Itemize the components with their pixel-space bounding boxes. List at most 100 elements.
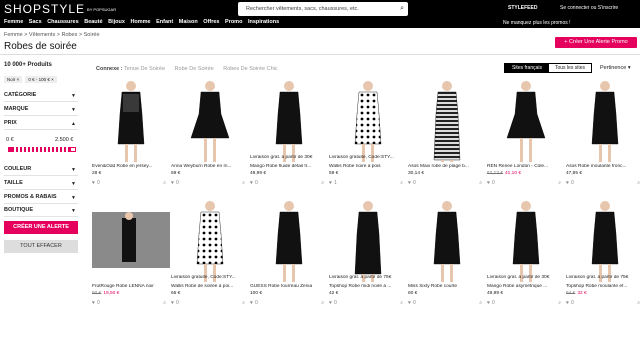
- nav-item-beaute[interactable]: Beauté: [84, 19, 102, 25]
- zoom-icon[interactable]: ⌕: [163, 300, 166, 306]
- product-image[interactable]: [171, 80, 249, 162]
- heart-icon[interactable]: ♥: [329, 300, 332, 306]
- zoom-icon[interactable]: ⌕: [242, 180, 245, 186]
- product-image[interactable]: [92, 200, 170, 282]
- facet-store[interactable]: BOUTIQUE ▼: [4, 207, 78, 217]
- product-name[interactable]: Even&Odd Robe en jersey...: [92, 164, 170, 169]
- nav-item-homme[interactable]: Homme: [130, 19, 150, 25]
- sort-dropdown[interactable]: Pertinence ▾: [600, 65, 631, 71]
- logo[interactable]: SHOPSTYLE BY POPSUGAR: [4, 2, 116, 16]
- product-name[interactable]: Asos Maxi robe de plage b...: [408, 164, 486, 169]
- product-card[interactable]: FrutRouge Robe LENNA noir 60 €19,50 € ♥ 0 ⌕: [92, 200, 170, 320]
- product-card[interactable]: Livraison grat. à partir de 30€ Mango Rob…: [487, 200, 565, 320]
- zoom-icon[interactable]: ⌕: [479, 300, 482, 306]
- related-link[interactable]: Tenue De Soirée: [124, 66, 165, 72]
- nav-item-chaussures[interactable]: Chaussures: [47, 19, 79, 25]
- related-link[interactable]: Robe De Soirée: [175, 66, 214, 72]
- product-card[interactable]: Livraison grat. à partir de 75€ Topshop R…: [566, 200, 640, 320]
- heart-icon[interactable]: ♥: [408, 300, 411, 306]
- nav-item-maison[interactable]: Maison: [179, 19, 198, 25]
- slider-handle-max[interactable]: [70, 147, 76, 152]
- nav-item-inspirations[interactable]: Inspirations: [248, 19, 279, 25]
- filter-chip-price[interactable]: 0 € - 100 € ×: [25, 76, 57, 83]
- product-card[interactable]: Livraison gratuite, Code:STY... Wallis Ro…: [171, 200, 249, 320]
- connect-link[interactable]: Se connecter ou S'inscrire: [560, 5, 618, 11]
- heart-icon[interactable]: ♥: [566, 180, 569, 186]
- zoom-icon[interactable]: ⌕: [321, 180, 324, 186]
- facet-color[interactable]: COULEUR ▼: [4, 166, 78, 176]
- create-promo-alert-button[interactable]: + Créer Une Alerte Promo: [555, 37, 637, 48]
- product-card[interactable]: Livraison gratuite, Code:STY... Wallis Ro…: [329, 80, 407, 200]
- search-input[interactable]: Rechercher vêtements, sacs, chaussures, …: [238, 2, 408, 16]
- product-image[interactable]: [408, 200, 486, 282]
- product-image[interactable]: [329, 80, 407, 162]
- product-name[interactable]: GUESS Robe fourreau Zenia: [250, 284, 328, 289]
- product-image[interactable]: [92, 80, 170, 162]
- facet-category[interactable]: CATÉGORIE ▼: [4, 92, 78, 102]
- heart-icon[interactable]: ♥: [171, 180, 174, 186]
- zoom-icon[interactable]: ⌕: [321, 300, 324, 306]
- product-name[interactable]: Topshop Robe midi noire à ...: [329, 284, 407, 289]
- nav-item-femme[interactable]: Femme: [4, 19, 23, 25]
- product-name[interactable]: FrutRouge Robe LENNA noir: [92, 284, 170, 289]
- price-slider[interactable]: [8, 147, 76, 152]
- nav-item-bijoux[interactable]: Bijoux: [108, 19, 125, 25]
- product-image[interactable]: [171, 200, 249, 282]
- stylefeed-link[interactable]: STYLEFEED: [508, 5, 537, 11]
- facet-size[interactable]: TAILLE ▼: [4, 180, 78, 190]
- heart-icon[interactable]: ♥: [92, 180, 95, 186]
- facet-sales[interactable]: PROMOS & RABAIS ▼: [4, 194, 78, 204]
- facet-price[interactable]: PRIX ▲: [4, 120, 78, 130]
- product-card[interactable]: Asos Maxi robe de plage b... 30,14 € ♥ 0 ⌕: [408, 80, 486, 200]
- search-icon[interactable]: ⌕: [400, 2, 404, 16]
- heart-icon[interactable]: ♥: [408, 180, 411, 186]
- heart-icon[interactable]: ♥: [250, 180, 253, 186]
- heart-icon[interactable]: ♥: [487, 300, 490, 306]
- zoom-icon[interactable]: ⌕: [163, 180, 166, 186]
- product-image[interactable]: [329, 200, 407, 282]
- product-card[interactable]: Even&Odd Robe en jersey... 28 € ♥ 0 ⌕: [92, 80, 170, 200]
- product-name[interactable]: Mango Robe fluide détail fr...: [250, 164, 328, 169]
- filter-chip-color[interactable]: Noir ×: [4, 76, 23, 83]
- zoom-icon[interactable]: ⌕: [479, 180, 482, 186]
- product-image[interactable]: [487, 200, 565, 282]
- zoom-icon[interactable]: ⌕: [400, 180, 403, 186]
- heart-icon[interactable]: ♥: [92, 300, 95, 306]
- product-image[interactable]: [250, 200, 328, 282]
- zoom-icon[interactable]: ⌕: [558, 180, 561, 186]
- breadcrumb[interactable]: Femme > Vêtements > Robes > Soirée: [4, 32, 100, 38]
- heart-icon[interactable]: ♥: [329, 180, 332, 186]
- product-card[interactable]: REN Renee London - Cole... 67,13 €41,10 €…: [487, 80, 565, 200]
- product-image[interactable]: [566, 80, 640, 162]
- product-image[interactable]: [487, 80, 565, 162]
- heart-icon[interactable]: ♥: [250, 300, 253, 306]
- product-name[interactable]: Asos Robe moulante fronc...: [566, 164, 640, 169]
- promo-banner[interactable]: Ne manquez plus les promos !: [503, 20, 571, 26]
- nav-item-enfant[interactable]: Enfant: [156, 19, 173, 25]
- product-card[interactable]: Asos Robe moulante fronc... 47,95 € ♥ 0 ⌕: [566, 80, 640, 200]
- product-card[interactable]: Anna Weyburn Robe en m... 59 € ♥ 0 ⌕: [171, 80, 249, 200]
- zoom-icon[interactable]: ⌕: [400, 300, 403, 306]
- heart-icon[interactable]: ♥: [566, 300, 569, 306]
- clear-all-button[interactable]: TOUT EFFACER: [4, 240, 78, 253]
- product-name[interactable]: REN Renee London - Cole...: [487, 164, 565, 169]
- nav-item-sacs[interactable]: Sacs: [29, 19, 42, 25]
- product-name[interactable]: Anna Weyburn Robe en m...: [171, 164, 249, 169]
- product-card[interactable]: GUESS Robe fourreau Zenia 100 € ♥ 0 ⌕: [250, 200, 328, 320]
- product-name[interactable]: Wallis Robe noire à pois: [329, 164, 407, 169]
- create-alert-button[interactable]: CRÉER UNE ALERTE: [4, 221, 78, 234]
- nav-item-offres[interactable]: Offres: [203, 19, 219, 25]
- heart-icon[interactable]: ♥: [487, 180, 490, 186]
- zoom-icon[interactable]: ⌕: [558, 300, 561, 306]
- product-name[interactable]: Miss Sixty Robe courte: [408, 284, 486, 289]
- nav-item-promo[interactable]: Promo: [225, 19, 242, 25]
- heart-icon[interactable]: ♥: [171, 300, 174, 306]
- zoom-icon[interactable]: ⌕: [242, 300, 245, 306]
- product-image[interactable]: [408, 80, 486, 162]
- product-name[interactable]: Wallis Robe de soirée à poi...: [171, 284, 249, 289]
- product-card[interactable]: Livraison grat. à partir de 75€ Topshop R…: [329, 200, 407, 320]
- product-image[interactable]: [566, 200, 640, 282]
- slider-handle-min[interactable]: [8, 147, 14, 152]
- product-name[interactable]: Topshop Robe moulante ef...: [566, 284, 640, 289]
- product-card[interactable]: Miss Sixty Robe courte 60 € ♥ 0 ⌕: [408, 200, 486, 320]
